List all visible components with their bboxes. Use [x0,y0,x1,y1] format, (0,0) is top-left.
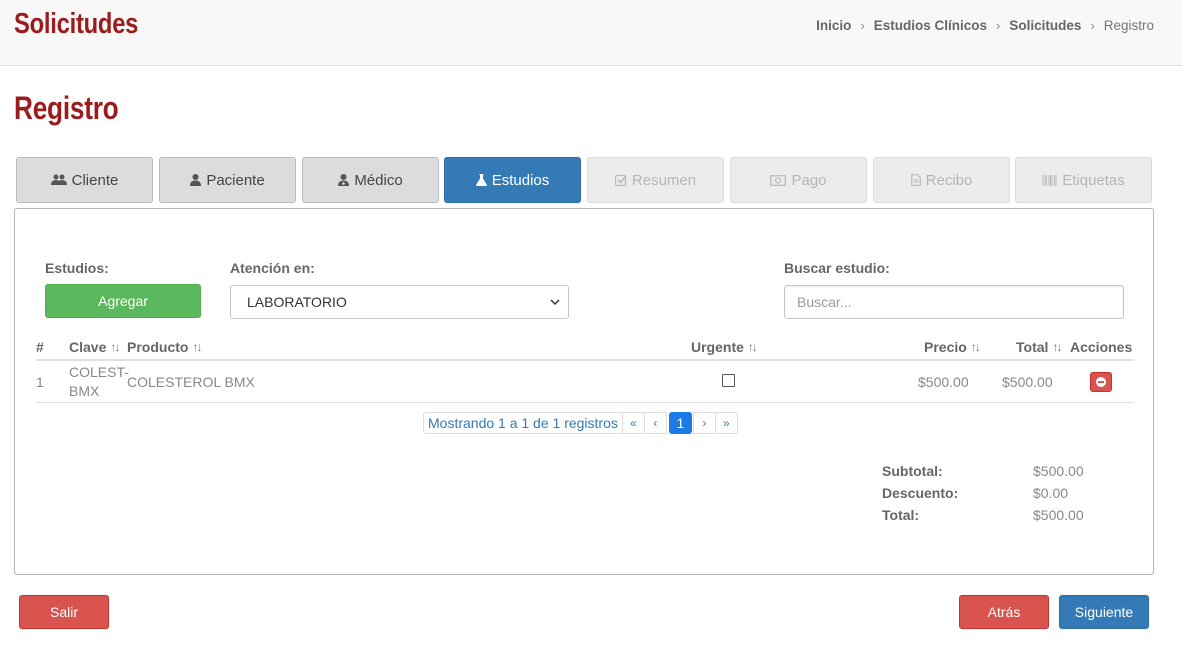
breadcrumb-estudios-clinicos[interactable]: Estudios Clínicos [874,18,987,33]
sort-icon[interactable]: ↑↓ [971,340,981,354]
pagination-next[interactable]: › [692,412,716,434]
breadcrumb-separator: › [860,18,865,33]
step-label: Médico [354,171,403,189]
column-header-producto[interactable]: Producto ↑↓ [127,339,202,355]
exit-button[interactable]: Salir [19,595,109,629]
step-medico[interactable]: Médico [302,157,439,203]
step-paciente[interactable]: Paciente [159,157,296,203]
money-icon [770,174,787,186]
user-icon [190,174,202,186]
remove-row-button[interactable] [1090,372,1112,392]
row-clave: COLEST- BMX [69,364,129,399]
minus-circle-icon [1096,377,1106,387]
step-estudios[interactable]: Estudios [444,157,581,203]
chevron-down-icon [550,299,560,306]
column-header-total[interactable]: Total ↑↓ [1016,339,1062,355]
barcode-icon [1042,174,1057,186]
row-number: 1 [36,374,44,390]
atencion-selected-value: LABORATORIO [247,294,347,310]
subtotal-label: Subtotal: [882,463,943,479]
add-study-button[interactable]: Agregar [45,284,201,318]
next-button[interactable]: Siguiente [1059,595,1149,629]
step-label: Recibo [925,171,973,189]
atencion-select[interactable]: LABORATORIO [230,285,569,319]
atencion-label: Atención en: [230,260,315,276]
file-icon [910,174,921,186]
top-bar: Solicitudes Inicio › Estudios Clínicos ›… [0,0,1182,66]
step-label: Pago [791,171,827,189]
total-label: Total: [882,507,920,523]
pagination-last[interactable]: » [714,412,738,434]
breadcrumb-separator: › [996,18,1001,33]
column-header-num: # [36,339,44,355]
column-header-urgente[interactable]: Urgente ↑↓ [691,339,758,355]
flask-icon [475,174,487,186]
descuento-label: Descuento: [882,485,959,501]
app-title: Solicitudes [14,8,139,40]
descuento-value: $0.00 [1033,485,1069,501]
breadcrumb: Inicio › Estudios Clínicos › Solicitudes… [816,18,1154,33]
sort-icon[interactable]: ↑↓ [1052,340,1062,354]
column-header-acciones: Acciones [1070,339,1133,355]
studies-panel: Estudios: Agregar Atención en: LABORATOR… [14,208,1154,575]
step-resumen[interactable]: Resumen [587,157,724,203]
step-etiquetas[interactable]: Etiquetas [1015,157,1152,203]
step-cliente[interactable]: Cliente [16,157,153,203]
table-header: # Clave ↑↓ Producto ↑↓ Urgente ↑↓ Precio ↑↓ … [36,337,1134,361]
step-pago[interactable]: Pago [730,157,867,203]
pagination-info: Mostrando 1 a 1 de 1 registros [423,412,623,434]
table-row: 1 COLEST- BMX COLESTEROL BMX $500.00 $50… [36,361,1134,403]
wizard-steps: Cliente Paciente Médico Estudios Resumen… [16,157,1152,203]
urgente-checkbox[interactable] [722,374,735,387]
step-label: Resumen [631,171,697,189]
search-input[interactable] [784,285,1124,319]
estudios-label: Estudios: [45,260,109,276]
search-label: Buscar estudio: [784,260,890,276]
total-value: $500.00 [1033,507,1084,523]
breadcrumb-registro: Registro [1103,18,1154,33]
check-square-icon [614,174,627,186]
column-header-precio[interactable]: Precio ↑↓ [924,339,981,355]
pagination-first[interactable]: « [621,412,645,434]
doctor-icon [338,174,350,186]
row-precio: $500.00 [918,374,969,390]
step-recibo[interactable]: Recibo [873,157,1010,203]
sort-icon[interactable]: ↑↓ [748,340,758,354]
step-label: Estudios [491,171,550,189]
step-label: Paciente [206,171,265,189]
pagination-prev[interactable]: ‹ [643,412,667,434]
column-header-clave[interactable]: Clave ↑↓ [69,339,120,355]
breadcrumb-solicitudes[interactable]: Solicitudes [1009,18,1081,33]
step-label: Cliente [71,171,119,189]
sort-icon[interactable]: ↑↓ [192,340,202,354]
sort-icon[interactable]: ↑↓ [110,340,120,354]
row-total: $500.00 [1002,374,1053,390]
back-button[interactable]: Atrás [959,595,1049,629]
step-label: Etiquetas [1062,171,1125,189]
users-icon [50,174,67,186]
breadcrumb-inicio[interactable]: Inicio [816,18,851,33]
page-title: Registro [14,90,119,126]
breadcrumb-separator: › [1090,18,1095,33]
pagination-current-page[interactable]: 1 [668,412,692,434]
row-producto: COLESTEROL BMX [127,374,255,390]
subtotal-value: $500.00 [1033,463,1084,479]
pagination: Mostrando 1 a 1 de 1 registros « ‹ 1 › » [423,412,738,434]
